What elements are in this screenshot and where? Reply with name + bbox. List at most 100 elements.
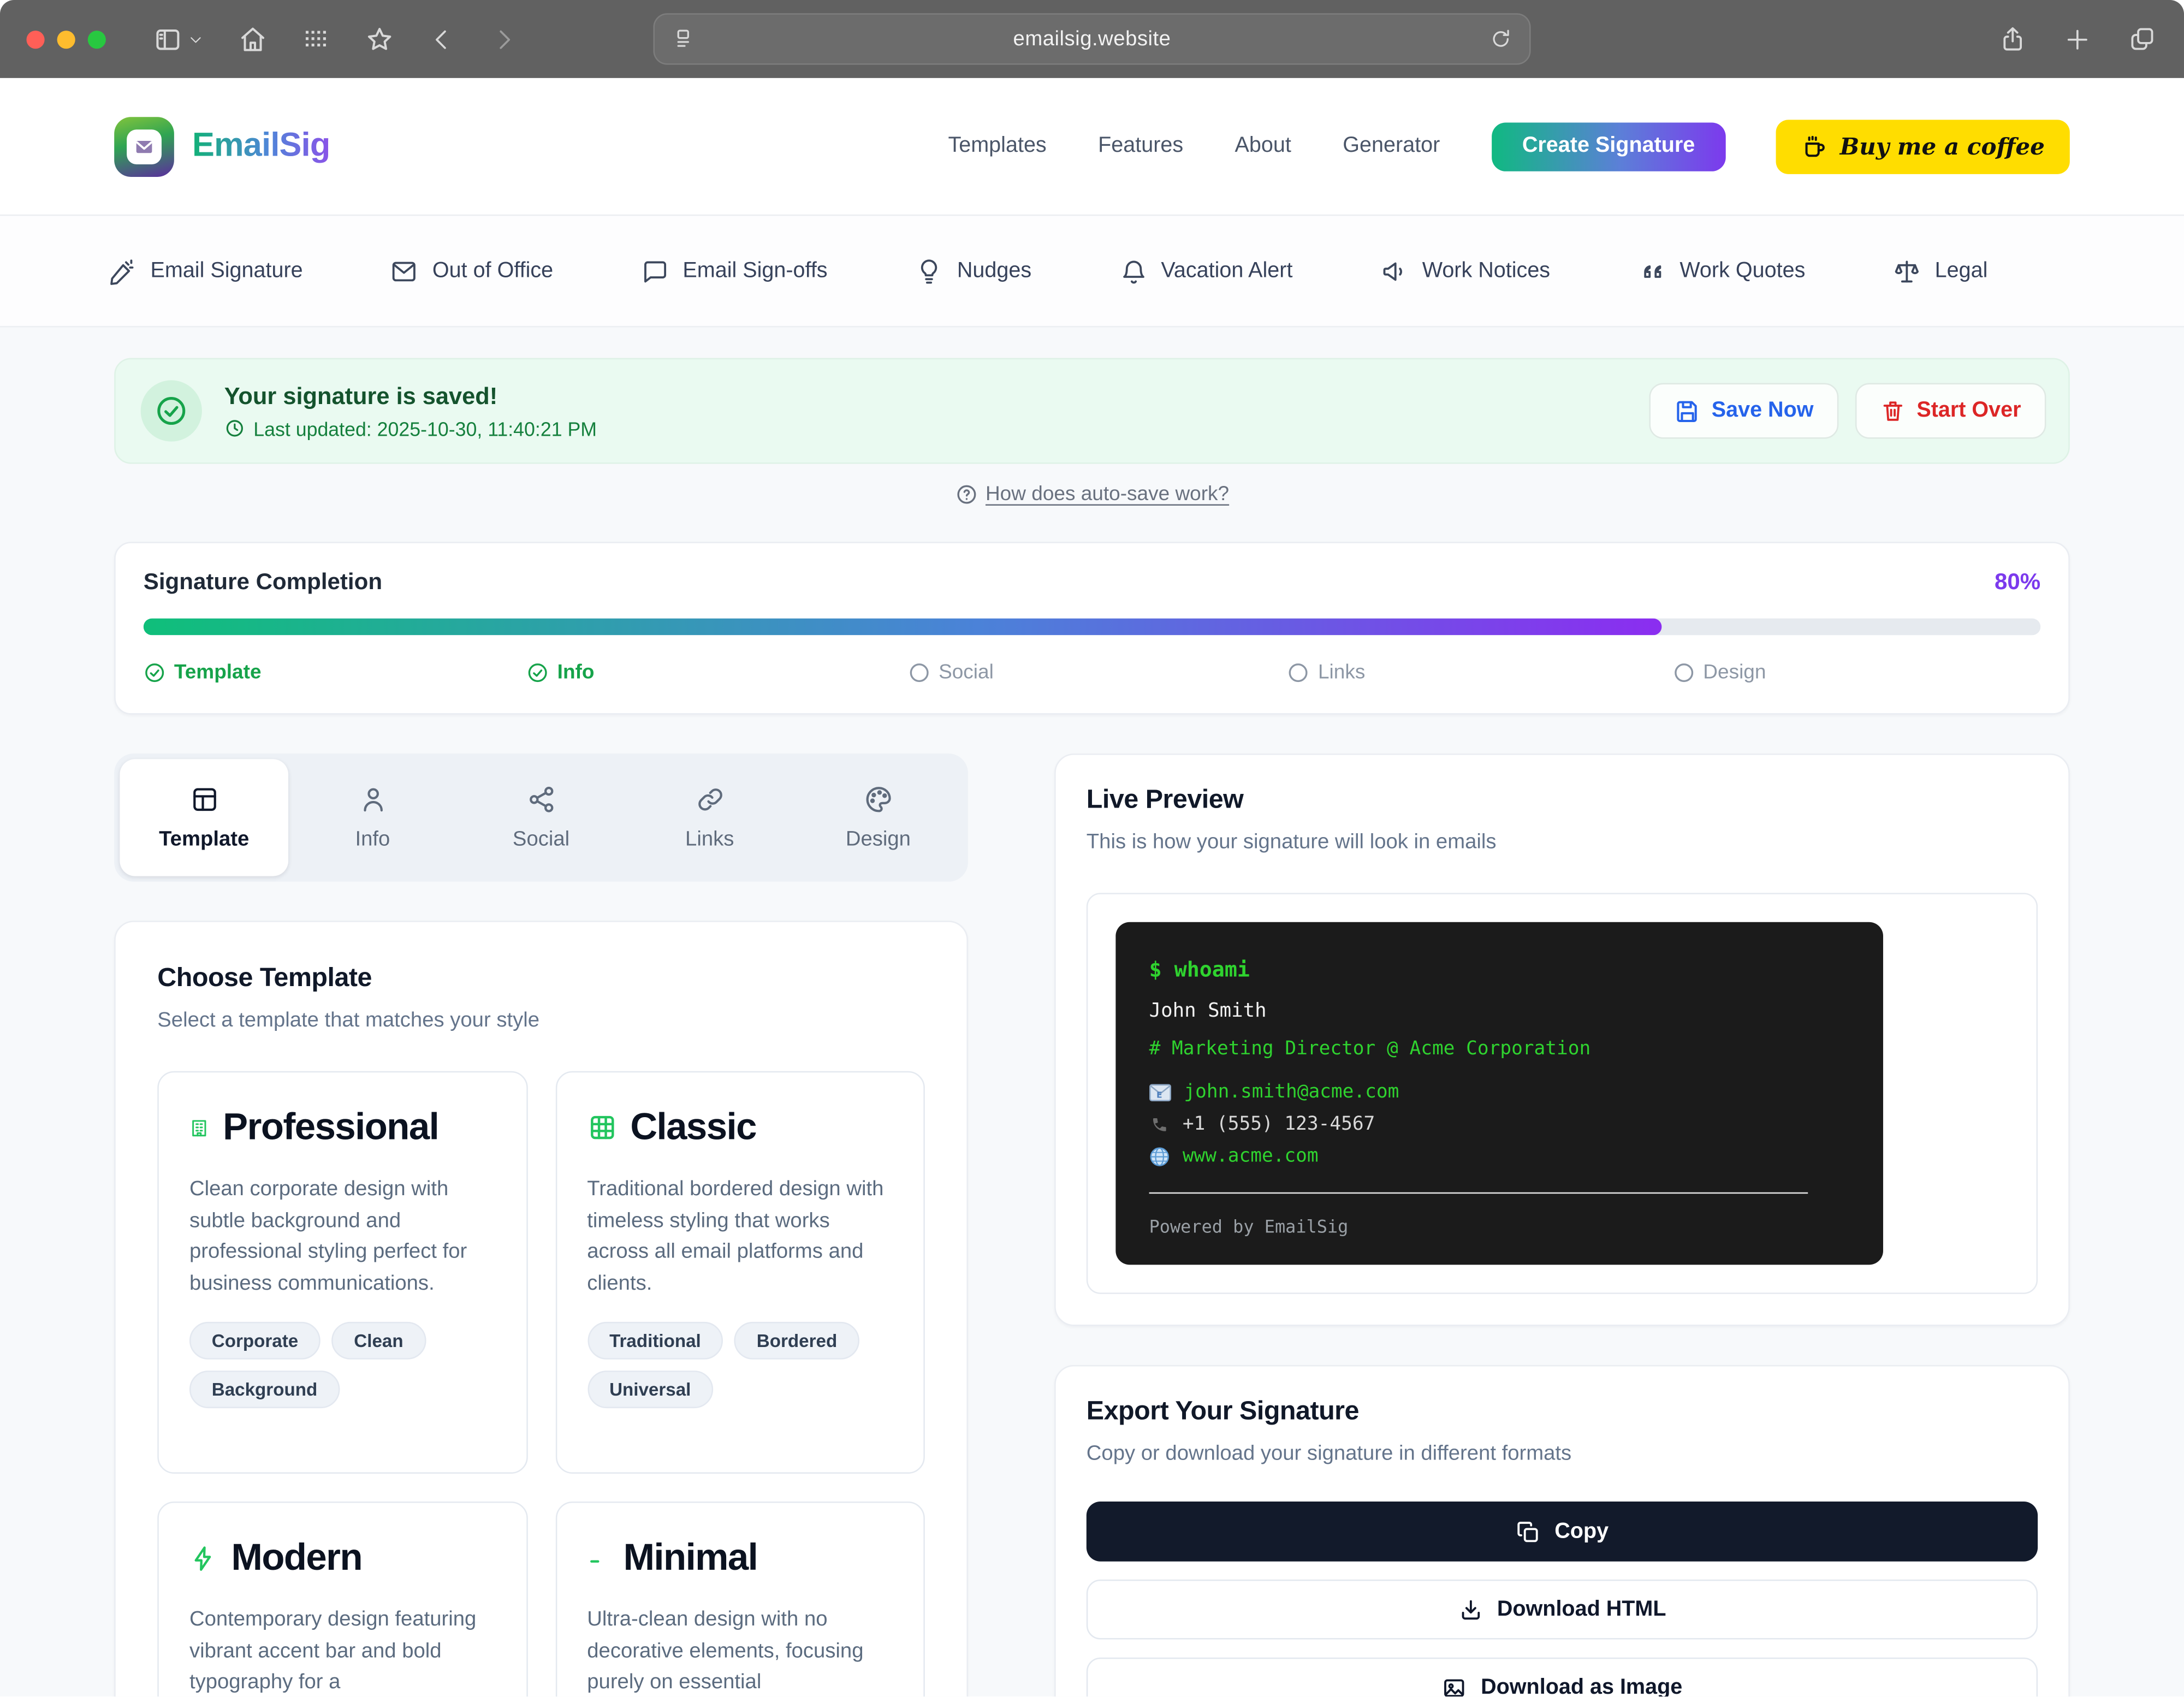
template-tag: Corporate bbox=[189, 1321, 321, 1360]
app-grid-icon[interactable] bbox=[302, 25, 330, 53]
download-image-label: Download as Image bbox=[1481, 1675, 1683, 1697]
download-html-button[interactable]: Download HTML bbox=[1086, 1579, 2038, 1640]
forward-icon[interactable] bbox=[490, 26, 517, 52]
palette-icon bbox=[863, 784, 893, 815]
copy-button[interactable]: Copy bbox=[1086, 1501, 2038, 1562]
template-tag: Bordered bbox=[734, 1321, 860, 1360]
tab-design[interactable]: Design bbox=[794, 759, 963, 876]
wand-icon bbox=[109, 257, 136, 285]
chat-icon bbox=[641, 257, 669, 285]
tab-template[interactable]: Template bbox=[120, 759, 289, 876]
template-description: Clean corporate design with subtle backg… bbox=[189, 1177, 467, 1295]
progress-title: Signature Completion bbox=[143, 569, 383, 595]
choose-template-title: Choose Template bbox=[157, 964, 372, 993]
subnav-label: Email Signature bbox=[150, 258, 303, 282]
signature-preview-box: $ whoami John Smith # Marketing Director… bbox=[1086, 893, 2038, 1294]
svg-text:E: E bbox=[1156, 1089, 1162, 1099]
nav-features[interactable]: Features bbox=[1098, 134, 1183, 159]
template-tag: Universal bbox=[587, 1370, 714, 1409]
subnav-out-of-office[interactable]: Out of Office bbox=[390, 257, 553, 285]
brand-name: EmailSig bbox=[192, 127, 330, 165]
template-tag: Clean bbox=[331, 1321, 426, 1360]
subnav-label: Work Notices bbox=[1422, 258, 1551, 282]
subnav-legal[interactable]: Legal bbox=[1893, 257, 1987, 285]
main-content: Your signature is saved! Last updated: 2… bbox=[0, 327, 2184, 1697]
subnav-label: Out of Office bbox=[432, 258, 554, 282]
autosave-help-label: How does auto-save work? bbox=[985, 483, 1230, 506]
nav-templates[interactable]: Templates bbox=[948, 134, 1046, 159]
step-template: Template bbox=[144, 662, 262, 684]
subnav-nudges[interactable]: Nudges bbox=[915, 257, 1031, 285]
tab-info[interactable]: Info bbox=[288, 759, 457, 876]
template-name: Minimal bbox=[623, 1536, 758, 1579]
signature-website[interactable]: www.acme.com bbox=[1183, 1145, 1319, 1167]
tab-overview-icon[interactable] bbox=[2128, 25, 2156, 53]
tab-label: Social bbox=[512, 827, 570, 851]
buy-me-a-coffee-label: Buy me a coffee bbox=[1839, 133, 2045, 160]
check-circle-icon bbox=[140, 380, 202, 442]
step-social: Social bbox=[908, 662, 994, 684]
megaphone-icon bbox=[1380, 257, 1408, 285]
link-icon bbox=[695, 784, 725, 815]
template-card-professional[interactable]: Professional Clean corporate design with… bbox=[157, 1071, 527, 1474]
progress-steps: Template Info Social Links Design bbox=[144, 662, 2040, 688]
url-text[interactable]: emailsig.website bbox=[695, 27, 1489, 51]
site-header: EmailSig Templates Features About Genera… bbox=[0, 78, 2184, 216]
tab-social[interactable]: Social bbox=[457, 759, 626, 876]
copy-label: Copy bbox=[1554, 1518, 1609, 1543]
subnav-label: Vacation Alert bbox=[1161, 258, 1293, 282]
download-html-label: Download HTML bbox=[1497, 1597, 1666, 1621]
powered-by-text: Powered by EmailSig bbox=[1149, 1216, 1349, 1237]
subnav-work-quotes[interactable]: Work Quotes bbox=[1638, 257, 1805, 285]
building-icon bbox=[189, 1118, 209, 1137]
step-info: Info bbox=[527, 662, 594, 684]
progress-track bbox=[143, 618, 2041, 636]
layout-icon bbox=[189, 784, 219, 815]
subnav-email-signature[interactable]: Email Signature bbox=[109, 257, 303, 285]
nav-about[interactable]: About bbox=[1235, 134, 1291, 159]
save-status-banner: Your signature is saved! Last updated: 2… bbox=[114, 358, 2070, 464]
subnav-email-sign-offs[interactable]: Email Sign-offs bbox=[641, 257, 828, 285]
subnav-vacation-alert[interactable]: Vacation Alert bbox=[1119, 257, 1293, 285]
autosave-help-link[interactable]: How does auto-save work? bbox=[955, 483, 1229, 506]
save-status-subtitle: Last updated: 2025-10-30, 11:40:21 PM bbox=[224, 417, 597, 440]
close-window-button[interactable] bbox=[26, 29, 45, 49]
clock-icon bbox=[224, 418, 245, 438]
template-card-classic[interactable]: Classic Traditional bordered design with… bbox=[555, 1071, 925, 1474]
sidebar-icon[interactable] bbox=[153, 25, 183, 54]
zoom-window-button[interactable] bbox=[87, 29, 106, 49]
download-image-button[interactable]: Download as Image bbox=[1086, 1657, 2038, 1697]
browser-chrome: emailsig.website bbox=[0, 0, 2184, 78]
export-subtitle: Copy or download your signature in diffe… bbox=[1086, 1441, 1572, 1465]
template-description: Traditional bordered design with timeles… bbox=[587, 1177, 884, 1295]
export-title: Export Your Signature bbox=[1086, 1397, 1360, 1427]
template-tag: Background bbox=[189, 1370, 340, 1409]
home-icon[interactable] bbox=[238, 25, 268, 54]
new-tab-icon[interactable] bbox=[2064, 26, 2091, 52]
start-over-button[interactable]: Start Over bbox=[1855, 383, 2046, 439]
buy-me-a-coffee-button[interactable]: Buy me a coffee bbox=[1776, 119, 2070, 174]
subnav-work-notices[interactable]: Work Notices bbox=[1380, 257, 1550, 285]
minimize-window-button[interactable] bbox=[57, 29, 75, 49]
nav-generator[interactable]: Generator bbox=[1343, 134, 1440, 159]
save-now-button[interactable]: Save Now bbox=[1648, 383, 1839, 439]
template-tag: Traditional bbox=[587, 1321, 723, 1360]
globe-icon bbox=[1149, 1146, 1170, 1166]
template-name: Classic bbox=[630, 1106, 757, 1148]
share-icon[interactable] bbox=[1999, 25, 2027, 53]
template-card-minimal[interactable]: Minimal Ultra-clean design with no decor… bbox=[555, 1501, 925, 1697]
bookmarks-star-icon[interactable] bbox=[365, 25, 394, 54]
template-card-modern[interactable]: Modern Contemporary design featuring vib… bbox=[157, 1501, 527, 1697]
back-icon[interactable] bbox=[429, 26, 455, 52]
chevron-down-icon[interactable] bbox=[188, 31, 203, 46]
address-bar[interactable]: emailsig.website bbox=[653, 13, 1531, 65]
reload-icon[interactable] bbox=[1489, 27, 1512, 51]
last-updated-text: Last updated: 2025-10-30, 11:40:21 PM bbox=[253, 417, 597, 440]
create-signature-button[interactable]: Create Signature bbox=[1491, 122, 1726, 171]
signature-email[interactable]: john.smith@acme.com bbox=[1184, 1081, 1399, 1103]
progress-fill bbox=[143, 618, 1661, 636]
brand-logo[interactable]: EmailSig bbox=[114, 116, 330, 176]
phone-icon bbox=[1149, 1114, 1170, 1135]
reader-icon[interactable] bbox=[672, 27, 695, 51]
tab-links[interactable]: Links bbox=[625, 759, 794, 876]
